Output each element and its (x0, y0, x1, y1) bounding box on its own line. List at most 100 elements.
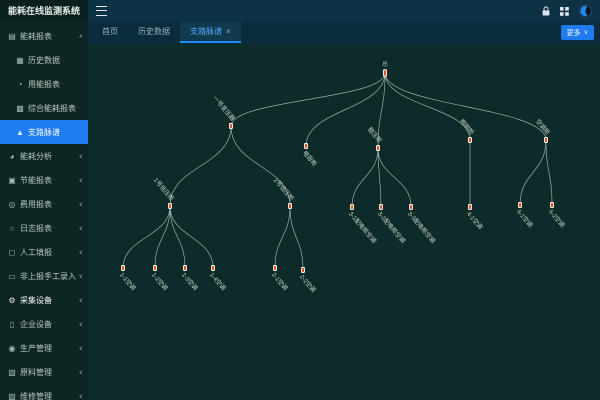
tree-node-稳压柜[interactable]: 稳压柜 (366, 125, 384, 150)
tree-link (290, 206, 303, 270)
chevron-down-icon: ∨ (79, 225, 83, 232)
sidebar-subitem-label: 历史数据 (28, 55, 83, 66)
tree-link (231, 73, 385, 126)
lock-icon[interactable] (541, 6, 551, 17)
tree-node-照明柜[interactable]: 照明柜 (458, 117, 476, 142)
tree-link (352, 148, 378, 207)
tree-node-1-2空调[interactable]: 1-2空调 (150, 266, 169, 292)
tree-node-label: 1-1空调 (118, 271, 137, 292)
tree-node-1号低压柜[interactable]: 1号低压柜 (152, 176, 176, 208)
tree-svg[interactable]: 总一号变压器电容柜 稳压柜 照明柜 空调柜 1号低压柜 2号低压柜 1-1空调 1-2空调 1-… (88, 44, 600, 400)
close-icon[interactable]: × (226, 28, 231, 36)
hamburger-menu-icon[interactable] (96, 6, 107, 16)
production-icon: ◉ (7, 344, 17, 353)
tree-link (275, 206, 290, 268)
tree-node-5-1空调[interactable]: 5-1空调 (515, 203, 534, 229)
tree-link (520, 140, 546, 205)
sidebar-item-production-mgmt[interactable]: ◉生产管理∨ (0, 336, 88, 360)
sidebar-item-label: 日志报表 (20, 223, 77, 234)
sidebar-item-label: 采集设备 (20, 295, 77, 306)
edit-icon: ◻ (7, 248, 17, 257)
tree-link (546, 140, 552, 205)
sidebar-item-manual-entry[interactable]: ◻人工填报∨ (0, 240, 88, 264)
sidebar-subitem-energy-use-report[interactable]: ◔用能报表 (0, 72, 88, 96)
sidebar-item-energy-report[interactable]: ▤能耗报表∧ (0, 24, 88, 48)
sidebar-subitem-label: 综合能耗报表 (28, 103, 83, 114)
sidebar-item-label: 生产管理 (20, 343, 77, 354)
sidebar-subitem-comprehensive-report[interactable]: ▩综合能耗报表 (0, 96, 88, 120)
history-icon: ▦ (15, 56, 25, 65)
sidebar-item-cost-report[interactable]: ◎费用报表∨ (0, 192, 88, 216)
tab-home[interactable]: 首页 (92, 22, 128, 43)
branch-tree-canvas[interactable]: 总一号变压器电容柜 稳压柜 照明柜 空调柜 1号低压柜 2号低压柜 1-1空调 1-2空调 1-… (88, 44, 600, 400)
chevron-down-icon: ∨ (584, 29, 588, 36)
tree-link (170, 206, 213, 268)
tab-label: 首页 (102, 26, 118, 37)
chevron-down-icon: ∨ (79, 321, 83, 328)
tree-node-5-2空调[interactable]: 5-2空调 (547, 203, 566, 229)
user-avatar[interactable] (578, 4, 592, 18)
tab-label: 历史数据 (138, 26, 170, 37)
chevron-down-icon: ∨ (79, 369, 83, 376)
sidebar-subitem-history-data[interactable]: ▦历史数据 (0, 48, 88, 72)
chevron-down-icon: ∨ (79, 345, 83, 352)
tree-node-label: 2-2空调 (298, 273, 317, 294)
tree-node-label: 1-2空调 (150, 271, 169, 292)
tree-node-label: 2-1空调 (270, 271, 289, 292)
tree-node-label: 3-3配电柜空调 (406, 210, 437, 245)
summary-icon: ▩ (15, 104, 25, 113)
tree-node-总[interactable]: 总 (382, 60, 388, 76)
tree-node-label: 1号低压柜 (152, 176, 176, 202)
tree-node-2-1空调[interactable]: 2-1空调 (270, 266, 289, 292)
tree-node-label: 3-1配电柜空调 (347, 210, 378, 245)
sidebar: 能耗在线监测系统 ▤能耗报表∧▦历史数据◔用能报表▩综合能耗报表▲支路脉谱◕能耗… (0, 0, 88, 400)
tree-node-2-2空调[interactable]: 2-2空调 (298, 268, 317, 294)
sidebar-item-label: 原料管理 (20, 367, 77, 378)
tree-node-一号变压器[interactable]: 一号变压器 (211, 94, 236, 128)
tab-history-data[interactable]: 历史数据 (128, 22, 180, 43)
sidebar-item-collect-device[interactable]: ⚙采集设备∨ (0, 288, 88, 312)
tree-node-label: 5-1空调 (515, 208, 534, 229)
chevron-down-icon: ∨ (79, 297, 83, 304)
tree-node-label: 照明柜 (458, 117, 476, 136)
tree-node-label: 5-2空调 (547, 208, 566, 229)
tree-node-4-1空调[interactable]: 4-1空调 (465, 205, 484, 231)
sidebar-item-enterprise-device[interactable]: ▯企业设备∨ (0, 312, 88, 336)
tree-link (385, 73, 470, 140)
tab-branch-map[interactable]: 支路脉谱× (180, 22, 241, 43)
more-button[interactable]: 更多 ∨ (561, 25, 594, 40)
tree-node-1-1空调[interactable]: 1-1空调 (118, 266, 137, 292)
log-icon: ○ (7, 224, 17, 233)
branch-icon: ▲ (15, 128, 25, 137)
chevron-down-icon: ∨ (79, 273, 83, 280)
sidebar-subitem-branch-map[interactable]: ▲支路脉谱 (0, 120, 88, 144)
tree-link (155, 206, 170, 268)
sidebar-item-energy-analysis[interactable]: ◕能耗分析∨ (0, 144, 88, 168)
cost-icon: ◎ (7, 200, 17, 209)
sidebar-item-offline-manual-entry[interactable]: ▭非上报手工录入∨ (0, 264, 88, 288)
sidebar-item-log-report[interactable]: ○日志报表∨ (0, 216, 88, 240)
sidebar-item-saving-report[interactable]: ▣节能报表∨ (0, 168, 88, 192)
tree-node-label: 1-4空调 (208, 271, 227, 292)
chevron-down-icon: ∨ (79, 177, 83, 184)
chevron-down-icon: ∨ (79, 153, 83, 160)
tree-node-1-3空调[interactable]: 1-3空调 (180, 266, 199, 292)
more-button-label: 更多 (567, 28, 581, 38)
tree-node-3-3配电柜空调[interactable]: 3-3配电柜空调 (406, 205, 437, 245)
sidebar-item-material-mgmt[interactable]: ▧原料管理∨ (0, 360, 88, 384)
sidebar-item-maintenance-mgmt[interactable]: ▨维修管理∨ (0, 384, 88, 400)
tree-node-3-2配电柜空调[interactable]: 3-2配电柜空调 (376, 205, 407, 245)
tree-link (123, 206, 170, 268)
saving-icon: ▣ (7, 176, 17, 185)
water-drop-icon: ◔ (15, 80, 25, 89)
report-icon: ▤ (7, 32, 17, 41)
apps-grid-icon[interactable] (560, 7, 569, 16)
sidebar-subitem-label: 用能报表 (28, 79, 83, 90)
tree-node-2号低压柜[interactable]: 2号低压柜 (272, 176, 296, 208)
tree-node-3-1配电柜空调[interactable]: 3-1配电柜空调 (347, 205, 378, 245)
tree-node-空调柜[interactable]: 空调柜 (534, 117, 552, 142)
tree-node-label: 电容柜 (301, 149, 319, 168)
tree-node-电容柜[interactable]: 电容柜 (301, 144, 319, 168)
tree-node-1-4空调[interactable]: 1-4空调 (208, 266, 227, 292)
app-root: { "app": { "title": "能耗在线监测系统" }, "color… (0, 0, 600, 400)
